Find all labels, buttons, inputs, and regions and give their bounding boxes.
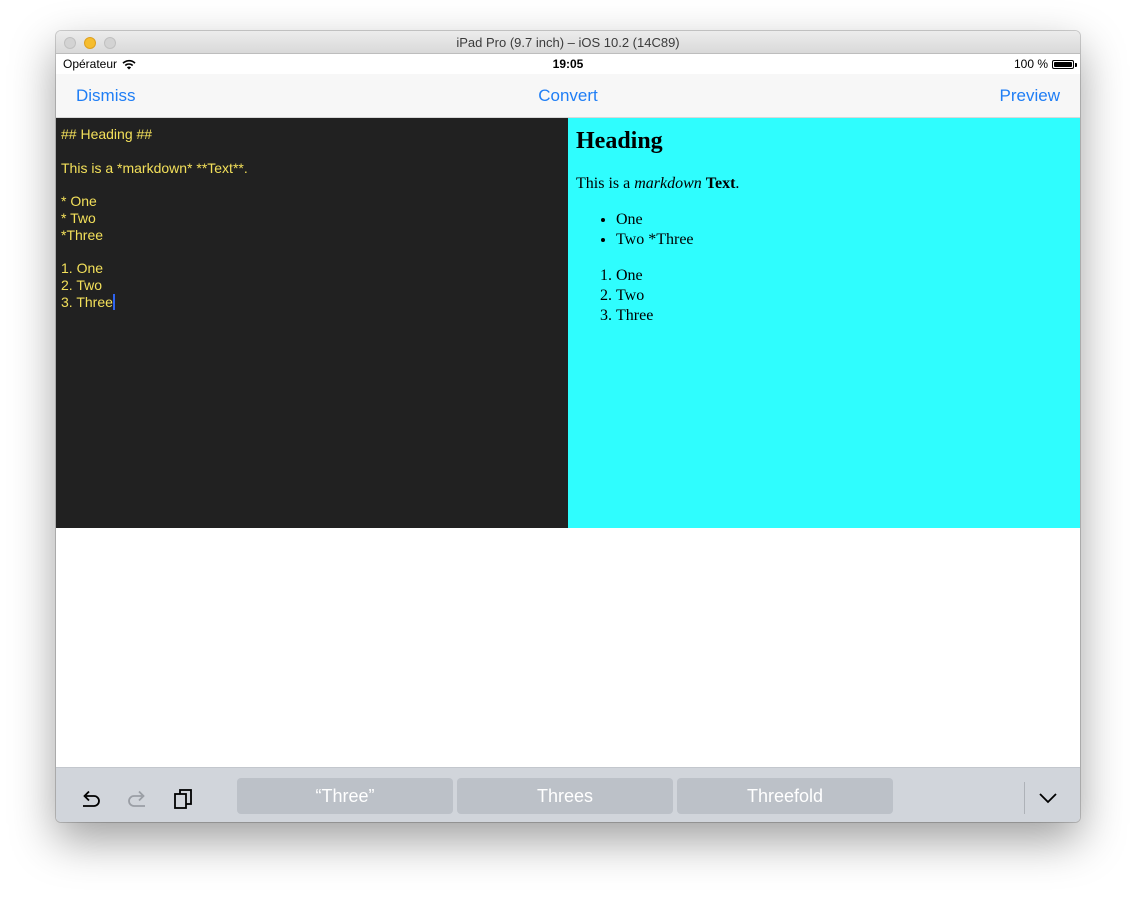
suggestion-button[interactable]: “Three” bbox=[237, 778, 453, 814]
status-time: 19:05 bbox=[552, 57, 584, 71]
empty-area bbox=[56, 528, 1080, 767]
preview-ordered-list: One Two Three bbox=[576, 266, 1072, 326]
editor-line: 1. One bbox=[61, 260, 104, 277]
paste-icon[interactable] bbox=[171, 787, 195, 811]
editor-line: ## Heading ## bbox=[61, 126, 153, 142]
editor-line: 2. Two bbox=[61, 277, 102, 294]
editor-line: * One bbox=[61, 193, 97, 210]
paragraph-text: This is a bbox=[576, 175, 635, 192]
redo-icon[interactable] bbox=[125, 787, 149, 811]
editor-line: *Three bbox=[61, 226, 104, 243]
ordered-item: One bbox=[616, 266, 1072, 286]
navigation-bar: Dismiss Convert Preview bbox=[56, 74, 1080, 118]
paragraph-italic: markdown bbox=[634, 175, 702, 192]
editor-line: This is a *markdown* **Text**. bbox=[61, 159, 248, 176]
keyboard-shortcut-bar: “Three” Threes Threefold bbox=[56, 767, 1080, 822]
ordered-item: Three bbox=[616, 306, 1072, 326]
convert-button-wrapper: Convert bbox=[56, 86, 1080, 106]
simulator-window: iPad Pro (9.7 inch) – iOS 10.2 (14C89) O… bbox=[56, 31, 1080, 822]
convert-button[interactable]: Convert bbox=[538, 86, 598, 105]
title-bar[interactable]: iPad Pro (9.7 inch) – iOS 10.2 (14C89) bbox=[56, 31, 1080, 54]
text-cursor bbox=[112, 293, 115, 310]
preview-button[interactable]: Preview bbox=[1000, 86, 1060, 106]
window-title: iPad Pro (9.7 inch) – iOS 10.2 (14C89) bbox=[456, 35, 680, 50]
ios-status-bar: Opérateur 19:05 100 % bbox=[56, 54, 1080, 74]
suggestion-button[interactable]: Threefold bbox=[677, 778, 893, 814]
suggestion-button[interactable]: Threes bbox=[457, 778, 673, 814]
editor-line-with-cursor: 3. Three bbox=[61, 293, 563, 311]
undo-icon[interactable] bbox=[79, 787, 103, 811]
paragraph-bold: Text bbox=[705, 175, 736, 192]
bullet-item: One bbox=[616, 210, 1072, 230]
battery-group: 100 % bbox=[1013, 57, 1077, 71]
battery-icon bbox=[1052, 59, 1077, 69]
markdown-editor[interactable]: ## Heading ## This is a *markdown* **Tex… bbox=[56, 118, 568, 528]
preview-paragraph: This is a markdown Text. bbox=[576, 174, 1072, 194]
preview-heading: Heading bbox=[576, 128, 663, 154]
battery-percentage: 100 % bbox=[1013, 57, 1048, 71]
chevron-down-icon[interactable] bbox=[1036, 788, 1060, 808]
editor-line-text: 3. Three bbox=[61, 293, 113, 310]
paragraph-end: . bbox=[735, 175, 740, 192]
ordered-item: Two bbox=[616, 286, 1072, 306]
preview-bullet-list: One Two *Three bbox=[576, 210, 1072, 250]
html-preview: Heading This is a markdown Text. One Two… bbox=[568, 118, 1080, 528]
editor-line: * Two bbox=[61, 209, 96, 226]
bullet-item: Two *Three bbox=[616, 230, 1072, 250]
toolbar-divider bbox=[1024, 782, 1025, 814]
